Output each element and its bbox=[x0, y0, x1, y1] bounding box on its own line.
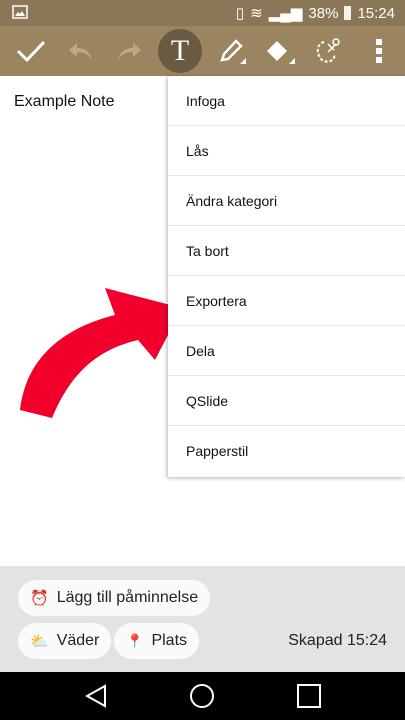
wifi-icon: ≋ bbox=[250, 5, 263, 22]
eraser-button[interactable] bbox=[256, 26, 302, 76]
recents-icon bbox=[297, 684, 321, 708]
undo-icon bbox=[69, 43, 92, 60]
done-button[interactable] bbox=[8, 26, 54, 76]
created-timestamp: Skapad 15:24 bbox=[288, 632, 387, 649]
back-icon bbox=[85, 684, 106, 708]
battery-icon bbox=[344, 6, 352, 20]
menu-item-paper-style[interactable]: Papperstil bbox=[168, 426, 405, 476]
check-icon bbox=[16, 40, 46, 63]
undo-button[interactable] bbox=[58, 26, 104, 76]
menu-item-export[interactable]: Exportera bbox=[168, 276, 405, 326]
lasso-button[interactable] bbox=[306, 26, 352, 76]
location-label: Plats bbox=[151, 632, 188, 649]
note-title[interactable]: Example Note bbox=[14, 93, 115, 111]
pen-icon bbox=[220, 39, 246, 64]
overflow-menu: Infoga Lås Ändra kategori Ta bort Export… bbox=[168, 76, 405, 477]
menu-item-lock[interactable]: Lås bbox=[168, 126, 405, 176]
menu-item-qslide[interactable]: QSlide bbox=[168, 376, 405, 426]
location-button[interactable]: 📍 Plats bbox=[114, 623, 200, 659]
menu-item-delete[interactable]: Ta bort bbox=[168, 226, 405, 276]
image-notification-icon bbox=[12, 5, 28, 19]
reminder-label: Lägg till påminnelse bbox=[56, 589, 199, 606]
back-button[interactable] bbox=[76, 672, 116, 720]
redo-button[interactable] bbox=[106, 26, 152, 76]
recents-button[interactable] bbox=[289, 672, 329, 720]
weather-label: Väder bbox=[56, 632, 100, 649]
status-bar: ▯ ≋ ▂▄▆ 38% 15:24 bbox=[0, 0, 405, 26]
eraser-icon bbox=[267, 41, 295, 64]
text-icon: T bbox=[170, 34, 190, 67]
home-icon bbox=[190, 684, 214, 708]
lasso-cut-icon bbox=[316, 38, 340, 63]
vibrate-icon: ▯ bbox=[235, 5, 245, 22]
menu-item-change-category[interactable]: Ändra kategori bbox=[168, 176, 405, 226]
pen-button[interactable] bbox=[208, 26, 254, 76]
weather-icon: ⛅ bbox=[30, 633, 49, 650]
text-mode-button[interactable]: T bbox=[157, 26, 203, 76]
add-reminder-button[interactable]: ⏰ Lägg till påminnelse bbox=[18, 580, 211, 616]
home-button[interactable] bbox=[182, 672, 222, 720]
battery-percent: 38% bbox=[308, 4, 339, 22]
navigation-bar bbox=[0, 672, 405, 720]
toolbar: T bbox=[0, 26, 405, 76]
weather-button[interactable]: ⛅ Väder bbox=[18, 623, 112, 659]
menu-item-share[interactable]: Dela bbox=[168, 326, 405, 376]
menu-item-insert[interactable]: Infoga bbox=[168, 76, 405, 126]
location-pin-icon: 📍 bbox=[126, 632, 144, 649]
redo-icon bbox=[118, 43, 141, 60]
alarm-clock-icon: ⏰ bbox=[30, 590, 49, 607]
more-icon bbox=[376, 39, 382, 63]
note-info-bar: ⏰ Lägg till påminnelse ⛅ Väder 📍 Plats Skap… bbox=[0, 566, 405, 672]
more-options-button[interactable] bbox=[356, 26, 402, 76]
clock: 15:24 bbox=[357, 4, 395, 22]
signal-icon: ▂▄▆ bbox=[268, 5, 303, 22]
